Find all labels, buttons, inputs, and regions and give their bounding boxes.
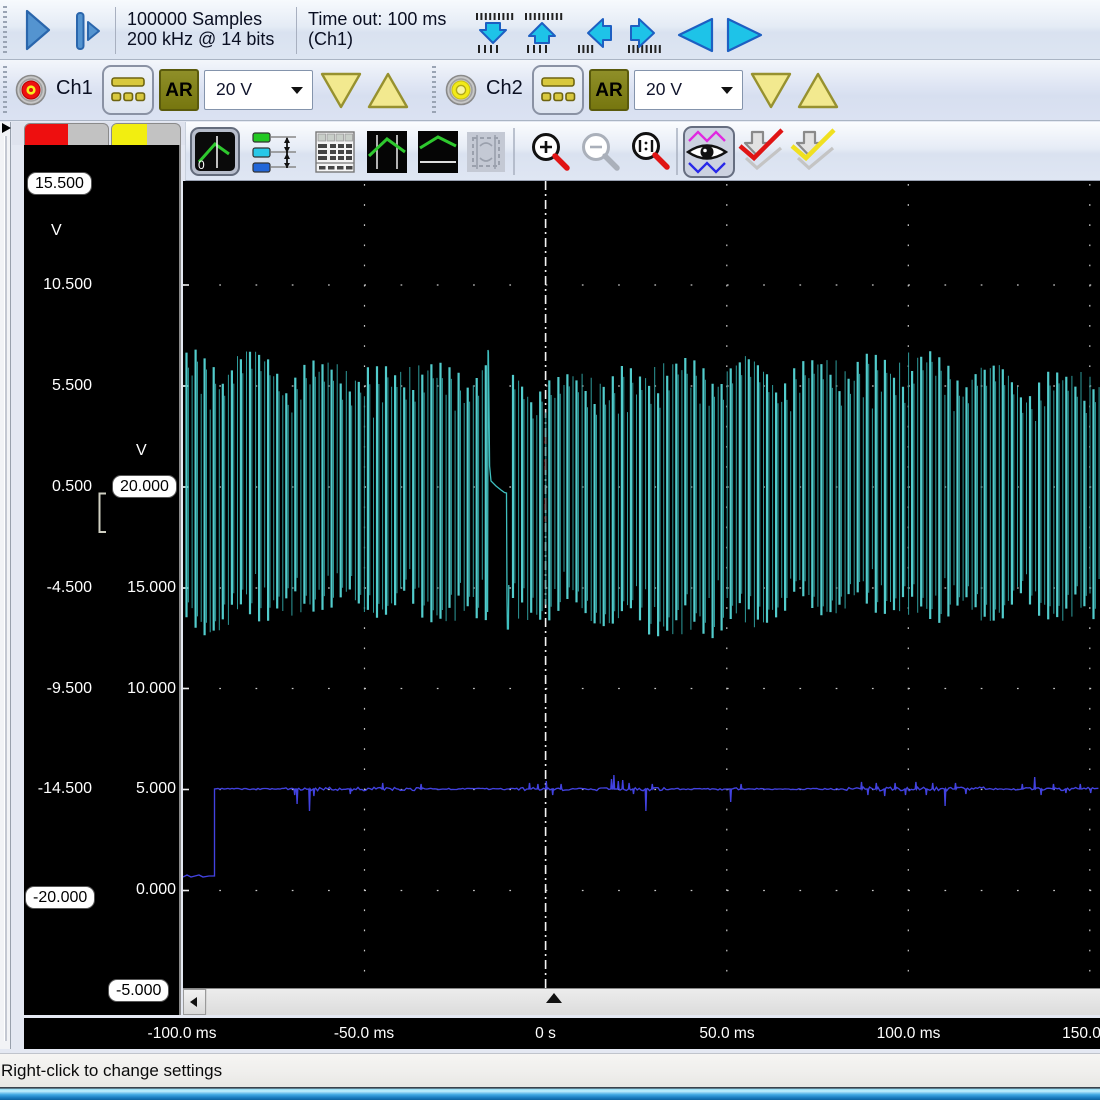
svg-text:0: 0 bbox=[198, 158, 205, 172]
